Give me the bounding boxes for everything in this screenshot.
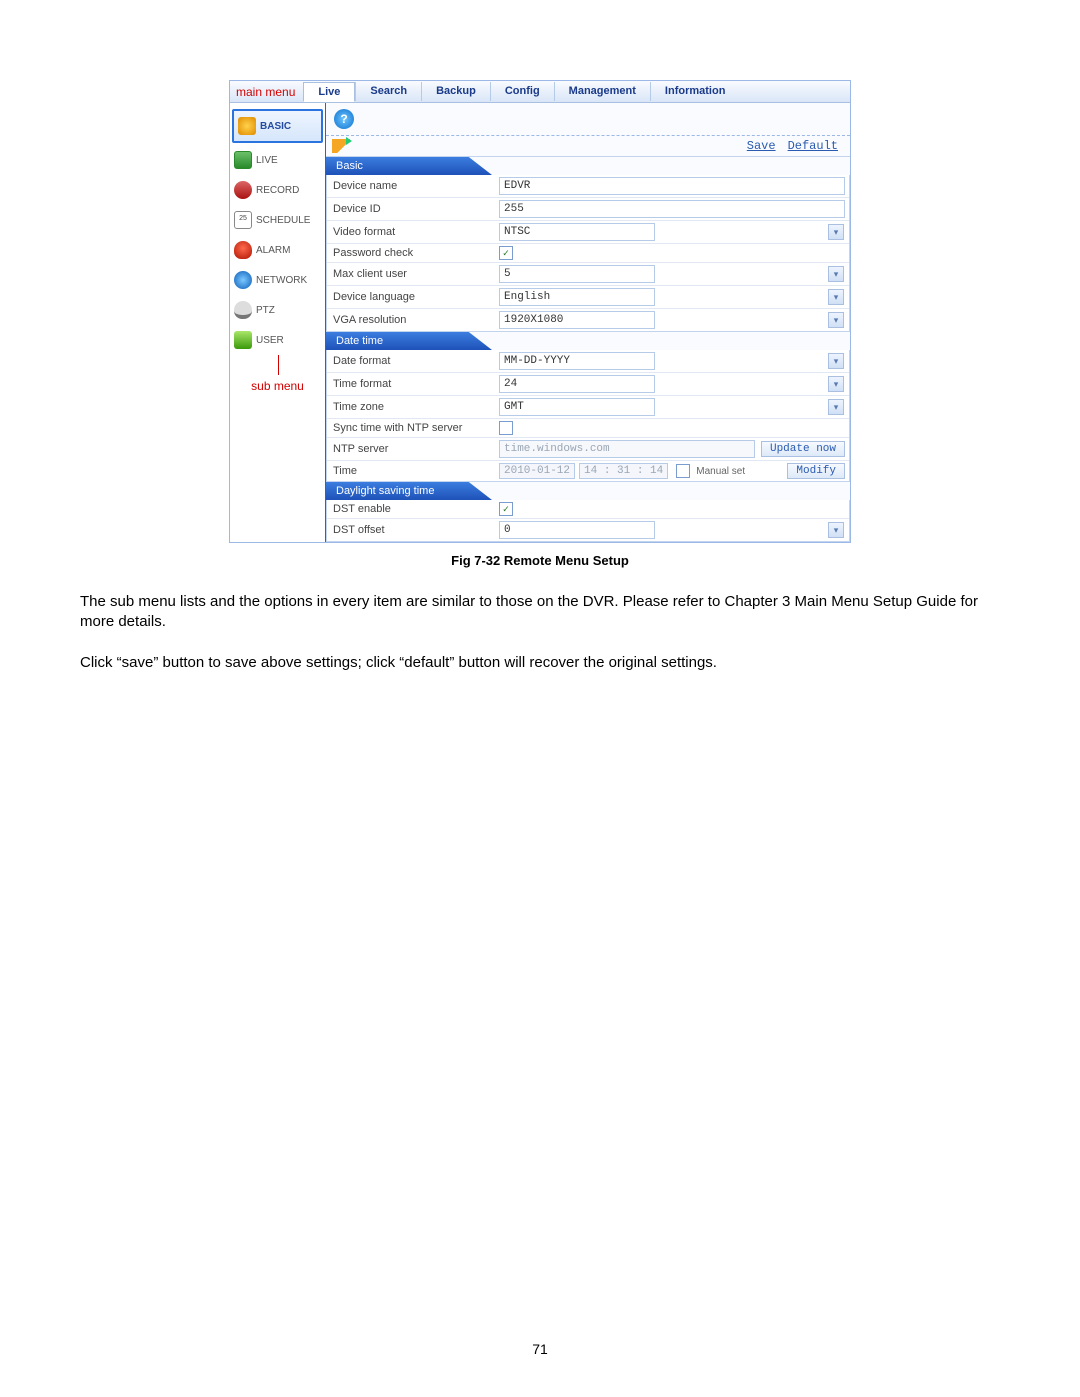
checkbox-manual-set[interactable] bbox=[676, 464, 690, 478]
label-ntp-server: NTP server bbox=[327, 441, 499, 457]
top-bar: main menu Live Search Backup Config Mana… bbox=[230, 81, 850, 103]
label-video-format: Video format bbox=[327, 224, 499, 240]
chevron-down-icon[interactable]: ▾ bbox=[828, 289, 844, 305]
tab-information[interactable]: Information bbox=[650, 82, 740, 101]
monitor-icon bbox=[234, 151, 252, 169]
sidebar-label: SCHEDULE bbox=[256, 215, 310, 226]
user-icon bbox=[234, 331, 252, 349]
dst-form: DST enable ✓ DST offset ▾ bbox=[326, 500, 850, 542]
select-vga-resolution[interactable] bbox=[499, 311, 655, 329]
select-time-zone[interactable] bbox=[499, 398, 655, 416]
globe-icon bbox=[234, 271, 252, 289]
dvr-config-window: main menu Live Search Backup Config Mana… bbox=[229, 80, 851, 543]
label-dst-enable: DST enable bbox=[327, 501, 499, 517]
label-manual-set: Manual set bbox=[690, 466, 745, 477]
paragraph-1: The sub menu lists and the options in ev… bbox=[80, 592, 1000, 633]
content-area: ? Save Default Basic Device name Device … bbox=[326, 103, 850, 542]
checkbox-password-check[interactable]: ✓ bbox=[499, 246, 513, 260]
section-basic-header: Basic bbox=[326, 157, 492, 175]
sidebar: BASIC LIVE RECORD SCHEDULE ALARM NETWORK… bbox=[230, 103, 326, 542]
tab-management[interactable]: Management bbox=[554, 82, 650, 101]
record-icon bbox=[234, 181, 252, 199]
tab-live[interactable]: Live bbox=[303, 82, 355, 102]
sidebar-label: RECORD bbox=[256, 185, 299, 196]
alarm-icon bbox=[234, 241, 252, 259]
checkbox-dst-enable[interactable]: ✓ bbox=[499, 502, 513, 516]
sidebar-item-basic[interactable]: BASIC bbox=[232, 109, 323, 143]
label-device-language: Device language bbox=[327, 289, 499, 305]
page-number: 71 bbox=[0, 1341, 1080, 1357]
gear-icon bbox=[238, 117, 256, 135]
checkbox-ntp-sync[interactable] bbox=[499, 421, 513, 435]
sub-menu-label: sub menu bbox=[230, 355, 325, 393]
help-icon[interactable]: ? bbox=[334, 109, 354, 129]
modify-button[interactable]: Modify bbox=[787, 463, 845, 479]
basic-form: Device name Device ID Video format ▾ Pas… bbox=[326, 175, 850, 332]
label-ntp-sync: Sync time with NTP server bbox=[327, 420, 499, 436]
chevron-down-icon[interactable]: ▾ bbox=[828, 353, 844, 369]
tab-config[interactable]: Config bbox=[490, 82, 554, 101]
label-vga-resolution: VGA resolution bbox=[327, 312, 499, 328]
select-video-format[interactable] bbox=[499, 223, 655, 241]
sidebar-label: NETWORK bbox=[256, 275, 307, 286]
sidebar-item-record[interactable]: RECORD bbox=[230, 175, 325, 205]
sidebar-label: USER bbox=[256, 335, 284, 346]
label-time-zone: Time zone bbox=[327, 399, 499, 415]
content-toolbar: Save Default bbox=[326, 136, 850, 157]
update-now-button[interactable]: Update now bbox=[761, 441, 845, 457]
input-date[interactable]: 2010-01-12 bbox=[499, 463, 575, 479]
chevron-down-icon[interactable]: ▾ bbox=[828, 266, 844, 282]
sidebar-label: BASIC bbox=[260, 121, 291, 132]
label-device-name: Device name bbox=[327, 178, 499, 194]
input-ntp-server[interactable] bbox=[499, 440, 755, 458]
sidebar-item-user[interactable]: USER bbox=[230, 325, 325, 355]
default-link[interactable]: Default bbox=[782, 139, 844, 153]
select-date-format[interactable] bbox=[499, 352, 655, 370]
section-dst-header: Daylight saving time bbox=[326, 482, 492, 500]
datetime-form: Date format ▾ Time format ▾ Time zone ▾ … bbox=[326, 350, 850, 482]
sidebar-label: LIVE bbox=[256, 155, 278, 166]
sidebar-label: PTZ bbox=[256, 305, 275, 316]
label-time: Time bbox=[327, 463, 499, 479]
label-time-format: Time format bbox=[327, 376, 499, 392]
save-link[interactable]: Save bbox=[741, 139, 782, 153]
label-max-client: Max client user bbox=[327, 266, 499, 282]
main-menu-label: main menu bbox=[230, 85, 303, 99]
label-dst-offset: DST offset bbox=[327, 522, 499, 538]
select-max-client[interactable] bbox=[499, 265, 655, 283]
input-time[interactable]: 14 : 31 : 14 bbox=[579, 463, 668, 479]
sidebar-item-alarm[interactable]: ALARM bbox=[230, 235, 325, 265]
edit-icon bbox=[332, 139, 350, 153]
chevron-down-icon[interactable]: ▾ bbox=[828, 399, 844, 415]
sidebar-label: ALARM bbox=[256, 245, 290, 256]
section-datetime-header: Date time bbox=[326, 332, 492, 350]
calendar-icon bbox=[234, 211, 252, 229]
label-device-id: Device ID bbox=[327, 201, 499, 217]
chevron-down-icon[interactable]: ▾ bbox=[828, 224, 844, 240]
chevron-down-icon[interactable]: ▾ bbox=[828, 312, 844, 328]
select-device-language[interactable] bbox=[499, 288, 655, 306]
sidebar-item-network[interactable]: NETWORK bbox=[230, 265, 325, 295]
figure-caption: Fig 7-32 Remote Menu Setup bbox=[230, 553, 850, 568]
top-tabs: Live Search Backup Config Management Inf… bbox=[303, 82, 850, 101]
chevron-down-icon[interactable]: ▾ bbox=[828, 376, 844, 392]
sidebar-item-schedule[interactable]: SCHEDULE bbox=[230, 205, 325, 235]
paragraph-2: Click “save” button to save above settin… bbox=[80, 653, 1000, 673]
chevron-down-icon[interactable]: ▾ bbox=[828, 522, 844, 538]
sidebar-item-ptz[interactable]: PTZ bbox=[230, 295, 325, 325]
select-time-format[interactable] bbox=[499, 375, 655, 393]
input-device-name[interactable] bbox=[499, 177, 845, 195]
tab-search[interactable]: Search bbox=[355, 82, 421, 101]
sidebar-item-live[interactable]: LIVE bbox=[230, 145, 325, 175]
camera-icon bbox=[234, 301, 252, 319]
content-header: ? bbox=[326, 103, 850, 136]
label-password-check: Password check bbox=[327, 245, 499, 261]
label-date-format: Date format bbox=[327, 353, 499, 369]
input-device-id[interactable] bbox=[499, 200, 845, 218]
tab-backup[interactable]: Backup bbox=[421, 82, 490, 101]
select-dst-offset[interactable] bbox=[499, 521, 655, 539]
